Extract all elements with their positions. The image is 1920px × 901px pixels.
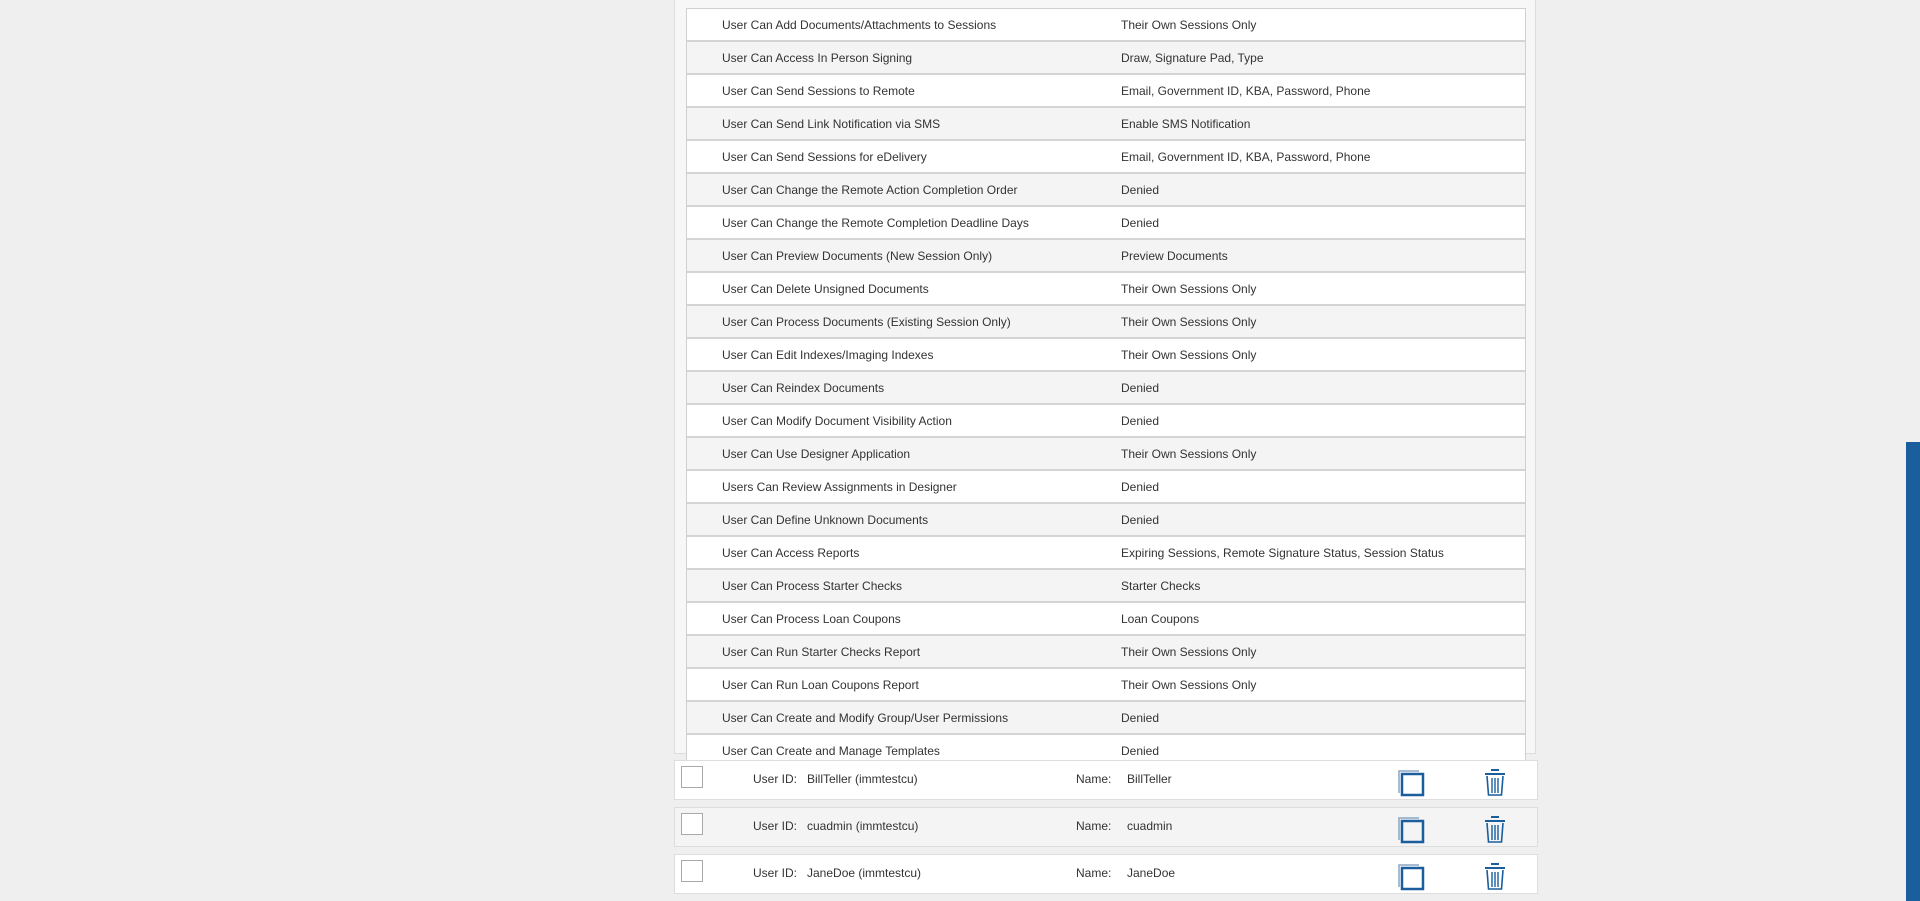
permission-value: Denied xyxy=(1121,710,1160,725)
permission-row: User Can Change the Remote Action Comple… xyxy=(687,174,1525,207)
permission-name: User Can Use Designer Application xyxy=(722,446,911,461)
permission-name: User Can Process Loan Coupons xyxy=(722,611,901,626)
permission-value: Starter Checks xyxy=(1121,578,1201,593)
permission-row: User Can Change the Remote Completion De… xyxy=(687,207,1525,240)
permission-value: Email, Government ID, KBA, Password, Pho… xyxy=(1121,149,1371,164)
permission-row: User Can Run Loan Coupons Report Their Ow… xyxy=(687,669,1525,702)
permission-row: User Can Preview Documents (New Session … xyxy=(687,240,1525,273)
permission-value: Loan Coupons xyxy=(1121,611,1200,626)
permission-value: Denied xyxy=(1121,215,1160,230)
permission-row: User Can Delete Unsigned Documents Their … xyxy=(687,273,1525,306)
user-id-label: User ID: xyxy=(753,866,798,880)
page: User Can Add Documents/Attachments to Se… xyxy=(0,0,1920,901)
name-value: JaneDoe xyxy=(1127,866,1176,880)
permission-row: User Can Process Loan Coupons Loan Coupon… xyxy=(687,603,1525,636)
permission-row: User Can Send Sessions to Remote Email, G… xyxy=(687,75,1525,108)
permission-value: Draw, Signature Pad, Type xyxy=(1121,50,1264,65)
permission-name: User Can Modify Document Visibility Acti… xyxy=(722,413,952,428)
permission-value: Denied xyxy=(1121,512,1160,527)
permission-name: User Can Add Documents/Attachments to Se… xyxy=(722,17,997,32)
permission-value: Expiring Sessions, Remote Signature Stat… xyxy=(1121,545,1444,560)
permission-name: User Can Send Link Notification via SMS xyxy=(722,116,941,131)
copy-icon[interactable] xyxy=(1397,863,1425,891)
permission-value: Email, Government ID, KBA, Password, Pho… xyxy=(1121,83,1371,98)
permission-name: User Can Send Sessions for eDelivery xyxy=(722,149,927,164)
permission-value: Their Own Sessions Only xyxy=(1121,446,1257,461)
permission-row: User Can Modify Document Visibility Acti… xyxy=(687,405,1525,438)
permission-row: User Can Access Reports Expiring Sessions… xyxy=(687,537,1525,570)
user-row[interactable]: User ID: cuadmin (immtestcu) Name: cuadm… xyxy=(674,807,1538,847)
permission-value: Denied xyxy=(1121,413,1160,428)
permission-value: Their Own Sessions Only xyxy=(1121,281,1257,296)
permission-value: Denied xyxy=(1121,743,1160,758)
permission-name: User Can Reindex Documents xyxy=(722,380,885,395)
permission-value: Enable SMS Notification xyxy=(1121,116,1251,131)
user-id-value: JaneDoe (immtestcu) xyxy=(807,866,922,880)
permission-row: User Can Create and Modify Group/User Pe… xyxy=(687,702,1525,735)
user-row[interactable]: User ID: BillTeller (immtestcu) Name: Bi… xyxy=(674,760,1538,800)
copy-icon[interactable] xyxy=(1397,816,1425,844)
permission-name: User Can Create and Modify Group/User Pe… xyxy=(722,710,1009,725)
name-label: Name: xyxy=(1076,772,1112,786)
scrollbar-thumb[interactable] xyxy=(1906,442,1920,901)
permission-row: User Can Process Documents (Existing Ses… xyxy=(687,306,1525,339)
permission-name: Users Can Review Assignments in Designer xyxy=(722,479,957,494)
permission-name: User Can Delete Unsigned Documents xyxy=(722,281,929,296)
permission-name: User Can Change the Remote Completion De… xyxy=(722,215,1029,230)
trash-icon[interactable] xyxy=(1483,767,1507,797)
permission-value: Their Own Sessions Only xyxy=(1121,314,1257,329)
name-label: Name: xyxy=(1076,866,1112,880)
permission-name: User Can Change the Remote Action Comple… xyxy=(722,182,1018,197)
permission-row: User Can Send Link Notification via SMS E… xyxy=(687,108,1525,141)
permission-row: User Can Define Unknown Documents Denied xyxy=(687,504,1525,537)
permission-row: User Can Send Sessions for eDelivery Emai… xyxy=(687,141,1525,174)
permission-name: User Can Edit Indexes/Imaging Indexes xyxy=(722,347,934,362)
permission-row: User Can Process Starter Checks Starter C… xyxy=(687,570,1525,603)
permission-name: User Can Run Starter Checks Report xyxy=(722,644,921,659)
trash-icon[interactable] xyxy=(1483,814,1507,844)
permission-value: Preview Documents xyxy=(1121,248,1228,263)
permission-row: User Can Use Designer Application Their O… xyxy=(687,438,1525,471)
permission-value: Denied xyxy=(1121,380,1160,395)
permission-row: User Can Access In Person Signing Draw, S… xyxy=(687,42,1525,75)
name-value: BillTeller xyxy=(1127,772,1172,786)
user-select-checkbox[interactable] xyxy=(681,860,703,882)
name-value: cuadmin xyxy=(1127,819,1173,833)
permission-name: User Can Run Loan Coupons Report xyxy=(722,677,919,692)
permission-value: Denied xyxy=(1121,182,1160,197)
permission-row: User Can Add Documents/Attachments to Se… xyxy=(687,9,1525,42)
user-id-label: User ID: xyxy=(753,772,798,786)
permission-name: User Can Preview Documents (New Session … xyxy=(722,248,993,263)
permission-row: User Can Reindex Documents Denied xyxy=(687,372,1525,405)
permission-name: User Can Create and Manage Templates xyxy=(722,743,940,758)
trash-icon[interactable] xyxy=(1483,861,1507,891)
permission-name: User Can Define Unknown Documents xyxy=(722,512,929,527)
user-select-checkbox[interactable] xyxy=(681,813,703,835)
permission-value: Their Own Sessions Only xyxy=(1121,644,1257,659)
permission-name: User Can Process Documents (Existing Ses… xyxy=(722,314,1011,329)
permission-name: User Can Access In Person Signing xyxy=(722,50,913,65)
permission-value: Their Own Sessions Only xyxy=(1121,17,1257,32)
permission-name: User Can Process Starter Checks xyxy=(722,578,903,593)
copy-icon[interactable] xyxy=(1397,769,1425,797)
user-id-value: cuadmin (immtestcu) xyxy=(807,819,919,833)
permission-value: Their Own Sessions Only xyxy=(1121,347,1257,362)
permission-name: User Can Access Reports xyxy=(722,545,860,560)
user-select-checkbox[interactable] xyxy=(681,766,703,788)
user-id-value: BillTeller (immtestcu) xyxy=(807,772,918,786)
permissions-table: User Can Add Documents/Attachments to Se… xyxy=(686,8,1526,768)
permission-row: Users Can Review Assignments in Designer… xyxy=(687,471,1525,504)
name-label: Name: xyxy=(1076,819,1112,833)
permission-row: User Can Run Starter Checks Report Their … xyxy=(687,636,1525,669)
user-row[interactable]: User ID: JaneDoe (immtestcu) Name: JaneD… xyxy=(674,854,1538,894)
permission-value: Denied xyxy=(1121,479,1160,494)
permission-value: Their Own Sessions Only xyxy=(1121,677,1257,692)
permission-name: User Can Send Sessions to Remote xyxy=(722,83,915,98)
user-id-label: User ID: xyxy=(753,819,798,833)
permission-row: User Can Edit Indexes/Imaging Indexes The… xyxy=(687,339,1525,372)
